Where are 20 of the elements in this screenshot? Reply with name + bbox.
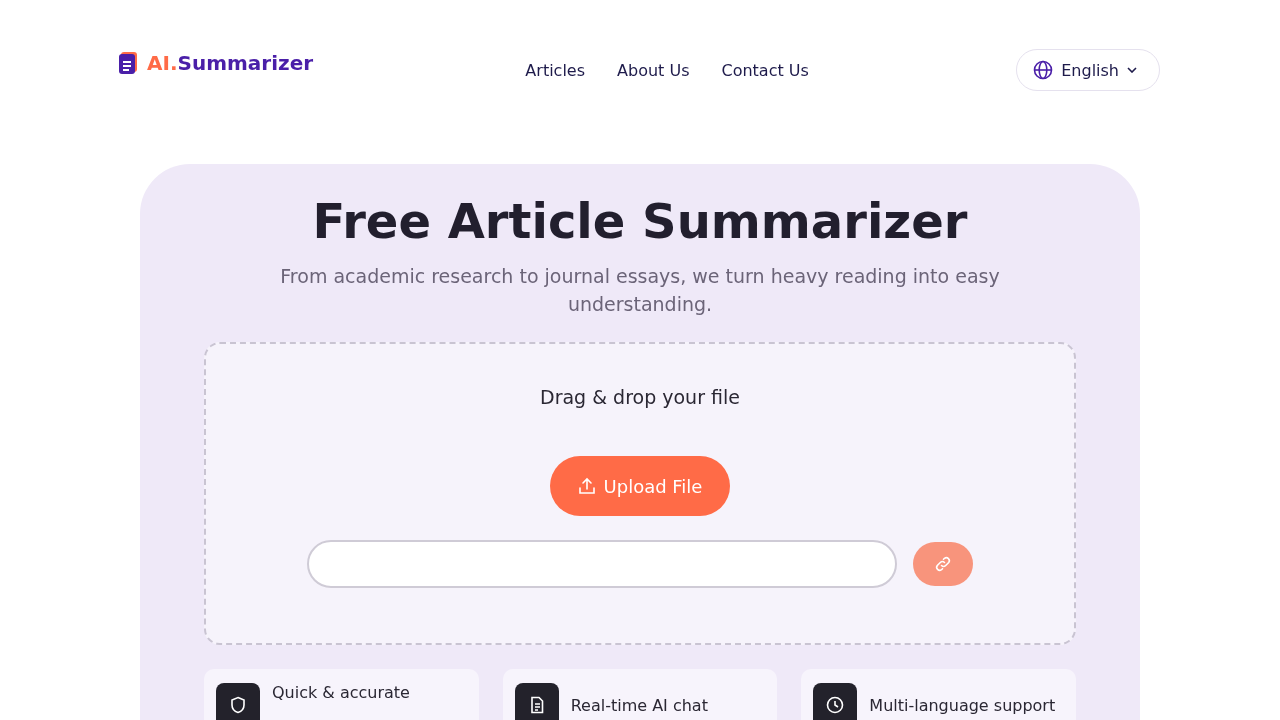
nav-link[interactable]: Articles <box>525 60 586 80</box>
feature-label: Multi-language support <box>869 696 1056 715</box>
nav-link[interactable]: About Us <box>617 60 690 80</box>
clock-icon <box>826 696 845 714</box>
nav-link[interactable]: Contact Us <box>721 60 809 80</box>
logo-text[interactable]: AI.Summarizer <box>147 51 314 75</box>
subtitle: From academic research to journal essays, we turn heavy reading into easy understanding. <box>279 264 1001 317</box>
file-dropzone[interactable]: Drag & drop your file Upload File <box>204 342 1076 645</box>
link-icon <box>933 554 953 574</box>
language-selector[interactable]: English <box>1016 49 1160 91</box>
url-input-field[interactable] <box>307 540 897 588</box>
dropzone-prompt: Drag & drop your file <box>540 386 740 408</box>
globe-icon <box>1033 60 1054 80</box>
feature-label: Quick & accurate <box>272 683 410 702</box>
feature-label: Real-time AI chat <box>570 696 708 715</box>
shield-icon <box>229 696 247 714</box>
upload-icon <box>577 477 596 495</box>
chevron-down-icon <box>1127 67 1137 73</box>
page-title: Free Article Summarizer <box>312 192 968 250</box>
document-logo-icon <box>118 51 138 75</box>
